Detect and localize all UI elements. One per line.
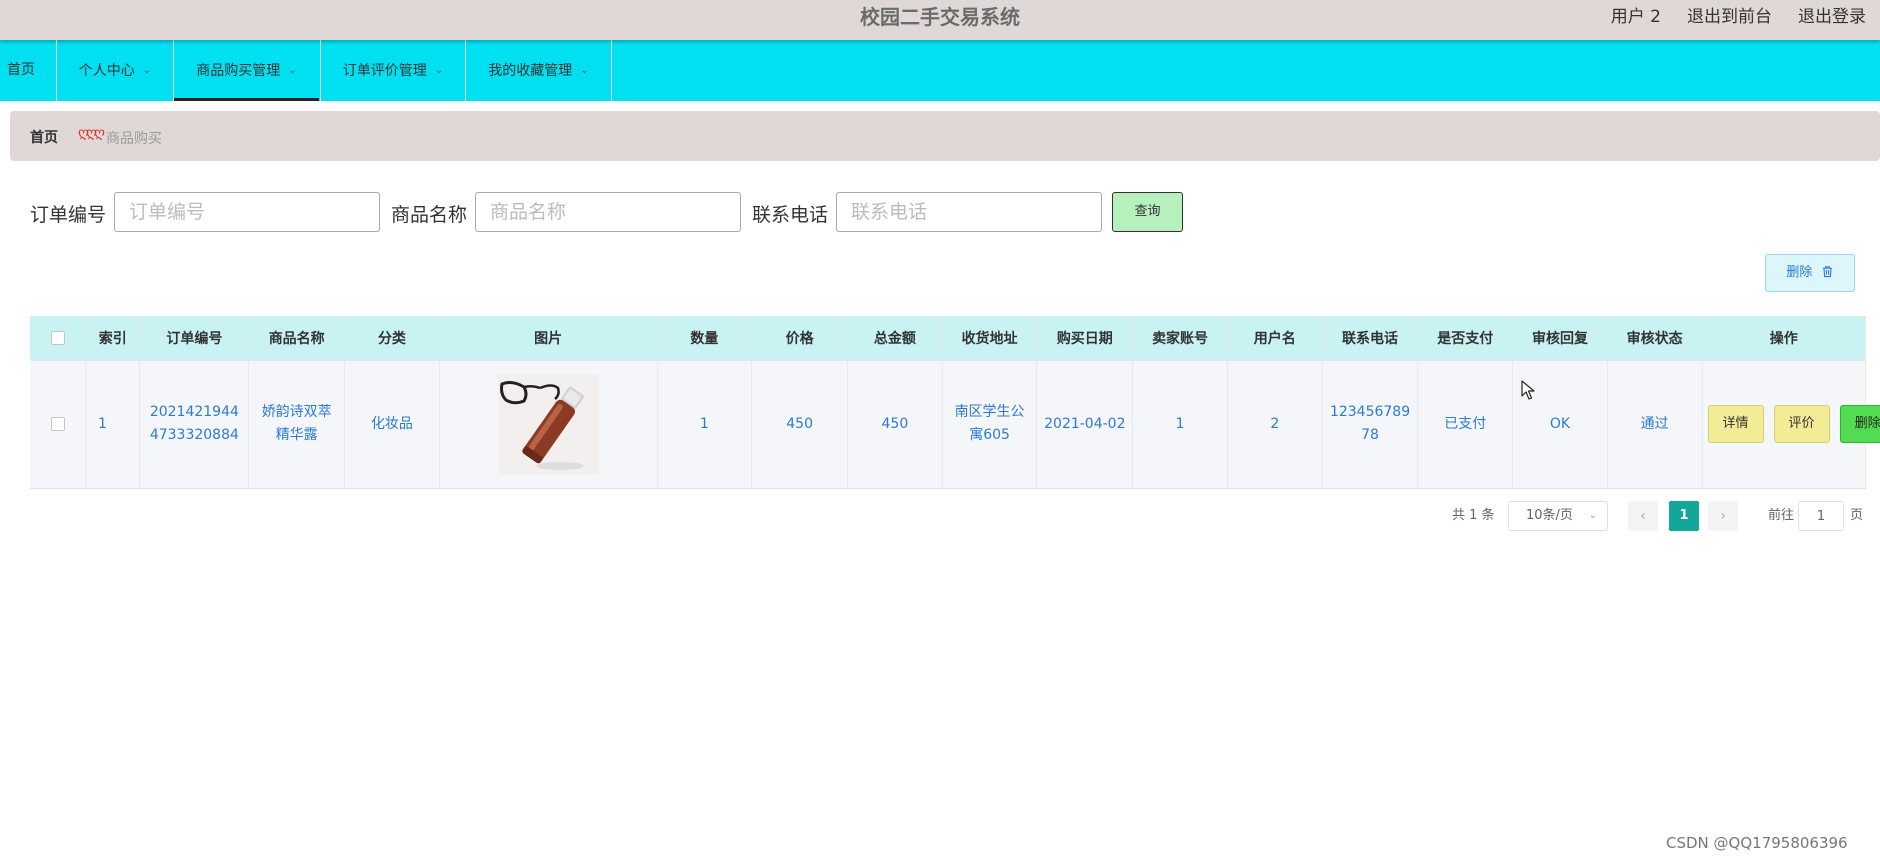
header-username: 用户名	[1227, 316, 1323, 361]
chevron-left-icon: ‹	[1640, 508, 1646, 524]
cell-quantity: 1	[657, 360, 753, 489]
header-actions: 操作	[1702, 316, 1867, 361]
cell-date: 2021-04-02	[1036, 360, 1134, 489]
cell-total: 450	[847, 360, 943, 489]
order-no-input[interactable]	[114, 192, 380, 232]
user-label[interactable]: 用户 2	[1611, 0, 1661, 34]
watermark: CSDN @QQ1795806396	[1666, 834, 1848, 852]
phone-input[interactable]	[836, 192, 1102, 232]
nav-item-label: 订单评价管理	[342, 63, 427, 79]
header-address: 收货地址	[942, 316, 1038, 361]
main-nav: 首页 个人中心 ⌄ 商品购买管理 ⌄ 订单评价管理 ⌄ 我的收藏管理 ⌄	[0, 40, 1880, 101]
select-all-checkbox[interactable]	[50, 330, 65, 345]
breadcrumb-home[interactable]: 首页	[30, 127, 58, 147]
cell-username: 2	[1227, 360, 1323, 489]
header-product-name: 商品名称	[248, 316, 346, 361]
chevron-down-icon: ⌄	[580, 65, 589, 76]
back-to-front-link[interactable]: 退出到前台	[1687, 0, 1772, 34]
header-paid: 是否支付	[1417, 316, 1514, 361]
product-name-label: 商品名称	[391, 204, 468, 226]
table-header-row: 索引 订单编号 商品名称 分类 图片 数量 价格 总金额 收货地址 购买日期 卖…	[30, 316, 1867, 361]
nav-item-label: 首页	[7, 62, 35, 78]
header-total: 总金额	[847, 316, 943, 361]
cell-actions: 详情 评价 删除	[1702, 360, 1880, 489]
nav-item-review-management[interactable]: 订单评价管理 ⌄	[321, 40, 465, 101]
cell-index: 1	[85, 360, 141, 489]
goto-label: 前往	[1768, 508, 1795, 523]
nav-item-home[interactable]: 首页	[0, 40, 42, 101]
header-image: 图片	[439, 316, 658, 361]
cell-order-no: 20214219444733320884	[139, 360, 250, 489]
product-image	[497, 373, 599, 475]
nav-item-label: 商品购买管理	[196, 63, 281, 79]
next-page-button[interactable]: ›	[1708, 501, 1738, 531]
cell-phone: 12345678978	[1322, 360, 1419, 489]
row-select-cell[interactable]	[30, 360, 87, 489]
chevron-right-icon: ›	[1720, 508, 1726, 524]
cell-review-status: 通过	[1607, 360, 1703, 489]
batch-delete-label: 删除	[1786, 265, 1813, 280]
chevron-down-icon: ⌄	[434, 65, 444, 76]
header-phone: 联系电话	[1322, 316, 1419, 361]
select-all-cell[interactable]	[30, 316, 87, 361]
breadcrumb-current: 商品购买	[106, 131, 162, 147]
cell-address: 南区学生公寓605	[942, 360, 1038, 489]
cell-product-name: 娇韵诗双萃精华露	[248, 360, 346, 489]
logout-link[interactable]: 退出登录	[1798, 0, 1866, 34]
page-size-value: 10条/页	[1526, 508, 1573, 523]
product-name-input[interactable]	[475, 192, 741, 232]
rate-button[interactable]: 评价	[1773, 405, 1830, 443]
header-date: 购买日期	[1036, 316, 1134, 361]
order-no-label: 订单编号	[30, 204, 107, 226]
header-quantity: 数量	[657, 316, 753, 361]
header-review-reply: 审核回复	[1512, 316, 1608, 361]
detail-button[interactable]: 详情	[1707, 405, 1764, 443]
goto-page-input[interactable]	[1798, 501, 1844, 531]
orders-table: 索引 订单编号 商品名称 分类 图片 数量 价格 总金额 收货地址 购买日期 卖…	[30, 316, 1880, 489]
page-unit-label: 页	[1850, 508, 1864, 523]
delete-button[interactable]: 删除	[1839, 405, 1880, 443]
table-row: 1 20214219444733320884 娇韵诗双萃精华露 化妆品 1 45…	[30, 360, 1880, 489]
header-order-no: 订单编号	[139, 316, 250, 361]
cell-price: 450	[751, 360, 849, 489]
nav-item-personal-center[interactable]: 个人中心 ⌄	[57, 40, 173, 101]
chevron-down-icon: ⌄	[288, 65, 297, 76]
row-checkbox[interactable]	[50, 416, 65, 431]
batch-delete-button[interactable]: 删除	[1765, 254, 1855, 292]
breadcrumb-separator: ღღღ	[78, 125, 105, 141]
mouse-cursor-icon	[1521, 380, 1535, 400]
page-size-select[interactable]: 10条/页 ⌄	[1508, 501, 1608, 531]
header-category: 分类	[344, 316, 440, 361]
header-seller: 卖家账号	[1132, 316, 1228, 361]
phone-label: 联系电话	[752, 204, 829, 226]
header-price: 价格	[751, 316, 849, 361]
nav-item-label: 我的收藏管理	[488, 63, 573, 79]
header-review-status: 审核状态	[1607, 316, 1703, 361]
chevron-down-icon: ⌄	[1588, 510, 1597, 521]
header-index: 索引	[85, 316, 141, 361]
nav-divider	[611, 40, 612, 101]
nav-item-favorites-management[interactable]: 我的收藏管理 ⌄	[466, 40, 611, 101]
page-number-current[interactable]: 1	[1669, 501, 1699, 531]
breadcrumb: 首页 ღღღ 商品购买	[10, 111, 1880, 161]
top-bar: 校园二手交易系统 用户 2 退出到前台 退出登录	[0, 0, 1880, 40]
trash-icon	[1822, 266, 1832, 278]
cell-paid: 已支付	[1417, 360, 1514, 489]
nav-item-label: 个人中心	[78, 63, 135, 79]
chevron-down-icon: ⌄	[142, 65, 152, 76]
nav-item-purchase-management[interactable]: 商品购买管理 ⌄	[174, 40, 319, 101]
system-title: 校园二手交易系统	[860, 5, 1020, 29]
prev-page-button[interactable]: ‹	[1628, 501, 1658, 531]
cell-seller: 1	[1132, 360, 1228, 489]
total-count: 共 1 条	[1452, 508, 1495, 523]
cell-category: 化妆品	[344, 360, 440, 489]
cell-image	[439, 360, 658, 489]
top-links: 用户 2 退出到前台 退出登录	[1611, 0, 1866, 34]
query-button[interactable]: 查询	[1112, 192, 1183, 232]
